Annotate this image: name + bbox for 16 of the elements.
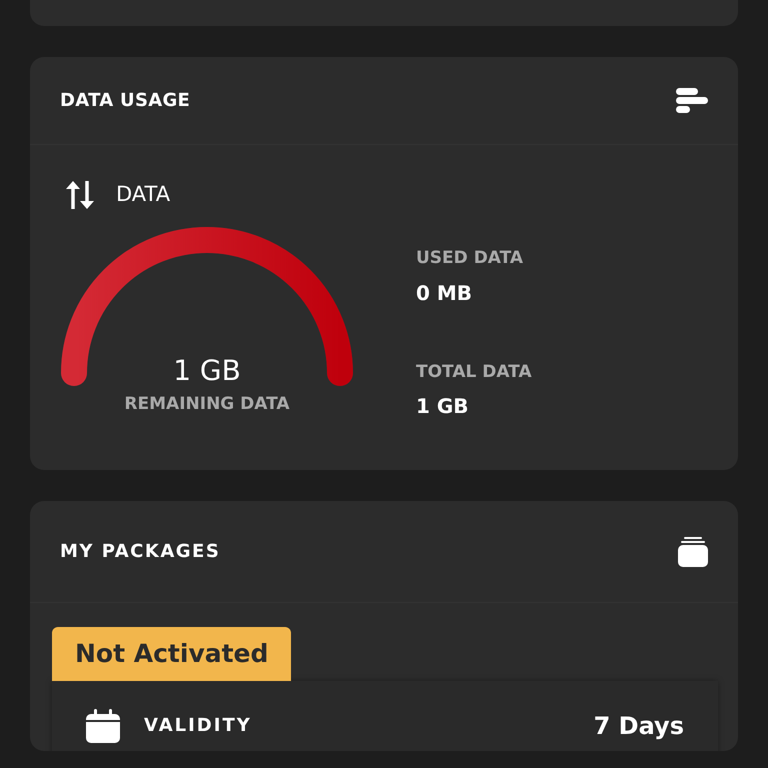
stack-icon	[678, 536, 708, 566]
stat-label: USED DATA	[416, 248, 524, 268]
bars-icon	[676, 88, 708, 114]
card-title: DATA USAGE	[60, 89, 190, 113]
card-title: MY PACKAGES	[60, 540, 220, 564]
row-label: VALIDITY	[144, 714, 252, 738]
remaining-value: 1 GB	[173, 354, 241, 387]
section-label: DATA	[116, 181, 170, 208]
row-value: 7 Days	[594, 710, 684, 742]
up-down-arrows-icon	[64, 179, 96, 211]
stat-label: TOTAL DATA	[416, 362, 532, 382]
stat-value: 1 GB	[416, 394, 469, 418]
stat-value: 0 MB	[416, 280, 472, 304]
remaining-label: REMAINING DATA	[124, 394, 290, 414]
status-badge: Not Activated	[52, 627, 292, 680]
calendar-icon	[86, 708, 120, 742]
